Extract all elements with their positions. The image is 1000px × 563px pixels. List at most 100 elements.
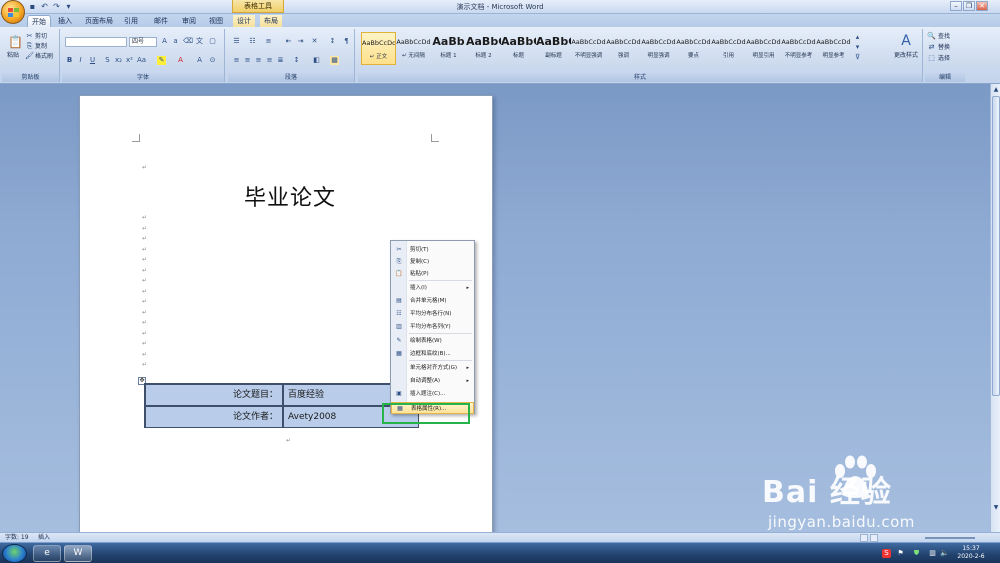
clear-format-icon[interactable]: ⌫	[183, 37, 193, 46]
copy-button[interactable]: 复制	[35, 42, 47, 51]
table-cell-label[interactable]: 论文作者：	[145, 406, 283, 428]
table-cell-label[interactable]: 论文题目：	[145, 384, 283, 406]
scroll-thumb[interactable]	[992, 96, 1000, 396]
menu-item[interactable]: ▤ 合并单元格(M)	[391, 295, 474, 307]
style-item[interactable]: AaBb 标题 1	[431, 32, 466, 65]
format-painter-button[interactable]: 格式刷	[35, 52, 53, 61]
find-button[interactable]: 查找	[938, 32, 950, 41]
scroll-down-icon[interactable]: ▼	[992, 504, 1000, 512]
distribute-icon[interactable]: ≣	[276, 56, 285, 65]
font-size-field[interactable]: 四号	[129, 37, 157, 47]
borders-icon[interactable]: ▦	[330, 56, 339, 65]
view-print-icon[interactable]	[860, 534, 868, 542]
align-right-icon[interactable]: ≡	[254, 56, 263, 65]
style-item[interactable]: AaBbC 副标题	[536, 32, 571, 65]
chinese-layout-icon[interactable]: ✕	[310, 37, 319, 46]
superscript-icon[interactable]: x²	[125, 56, 134, 65]
highlight-icon[interactable]: ✎	[157, 56, 166, 65]
line-spacing-icon[interactable]: ↕	[292, 56, 301, 65]
style-item[interactable]: AaBbCcDd 要点	[676, 32, 711, 65]
style-item[interactable]: AaBbCcDd 不明显参考	[781, 32, 816, 65]
change-case-icon[interactable]: Aa	[137, 56, 146, 65]
style-item[interactable]: AaBbCcDd ↵ 无间隔	[396, 32, 431, 65]
tab-mailings[interactable]: 邮件	[150, 15, 172, 27]
tab-page-layout[interactable]: 页面布局	[82, 15, 116, 27]
strikethrough-icon[interactable]: S	[103, 56, 112, 65]
style-item[interactable]: AaBbC 标题 2	[466, 32, 501, 65]
style-item[interactable]: AaBbCcDd 明显强调	[641, 32, 676, 65]
restore-button[interactable]: ❐	[963, 1, 975, 11]
char-border-icon[interactable]: ▢	[208, 37, 217, 46]
menu-item[interactable]: ☷ 平均分布各行(N)	[391, 308, 474, 320]
gallery-up-icon[interactable]: ▴	[853, 33, 862, 42]
menu-item[interactable]: ▥ 平均分布各列(Y)	[391, 321, 474, 333]
start-button[interactable]	[2, 544, 27, 563]
save-icon[interactable]: ▪	[28, 2, 37, 11]
replace-button[interactable]: 替换	[938, 43, 950, 52]
view-fullscreen-icon[interactable]	[870, 534, 878, 542]
menu-item[interactable]: ▦ 边框和底纹(B)...	[391, 348, 474, 360]
tab-view[interactable]: 视图	[205, 15, 227, 27]
underline-icon[interactable]: U	[88, 56, 97, 65]
tray-network-icon[interactable]: ▥	[928, 549, 937, 558]
shading-icon[interactable]: ◧	[312, 56, 321, 65]
tab-layout[interactable]: 布局	[260, 15, 282, 27]
zoom-slider[interactable]	[925, 537, 975, 539]
tray-volume-icon[interactable]: 🔈	[940, 549, 949, 558]
sort-icon[interactable]: ↕	[328, 37, 337, 46]
align-left-icon[interactable]: ≡	[232, 56, 241, 65]
redo-icon[interactable]: ↷	[52, 2, 61, 11]
show-marks-icon[interactable]: ¶	[342, 37, 351, 46]
menu-item[interactable]: 插入(I) ▸	[391, 282, 474, 294]
menu-item[interactable]: 📋 粘贴(P)	[391, 268, 474, 280]
taskbar-ie-icon[interactable]: e	[33, 545, 61, 562]
tab-references[interactable]: 引用	[120, 15, 142, 27]
tab-design[interactable]: 设计	[233, 15, 255, 27]
style-item[interactable]: AaBbCcDd ↵ 正文	[361, 32, 396, 65]
close-button[interactable]: ✕	[976, 1, 988, 11]
style-item[interactable]: AaBbCcDd 不明显强调	[571, 32, 606, 65]
tab-insert[interactable]: 插入	[54, 15, 76, 27]
multilevel-list-icon[interactable]: ≡	[264, 37, 273, 46]
taskbar-word-icon[interactable]: W	[64, 545, 92, 562]
paste-icon[interactable]: 📋	[8, 34, 23, 50]
scroll-up-icon[interactable]: ▲	[992, 86, 1000, 94]
menu-item[interactable]: ✎ 绘制表格(W)	[391, 335, 474, 347]
decrease-indent-icon[interactable]: ⇤	[284, 37, 293, 46]
menu-item[interactable]: ▣ 插入题注(C)...	[391, 388, 474, 400]
style-item[interactable]: AaBbC 标题	[501, 32, 536, 65]
paste-button[interactable]: 粘贴	[7, 51, 19, 60]
justify-icon[interactable]: ≡	[265, 56, 274, 65]
clock[interactable]: 15:37 2020-2-6	[950, 545, 992, 561]
char-shading-icon[interactable]: A	[195, 56, 204, 65]
grow-font-icon[interactable]: A	[160, 37, 169, 46]
menu-item[interactable]: 自动调整(A) ▸	[391, 375, 474, 387]
cut-button[interactable]: 剪切	[35, 32, 47, 41]
bullets-icon[interactable]: ☰	[232, 37, 241, 46]
change-styles-button[interactable]: 更改样式	[894, 51, 918, 60]
phonetic-icon[interactable]: 文	[195, 37, 204, 46]
shrink-font-icon[interactable]: a	[171, 37, 180, 46]
increase-indent-icon[interactable]: ⇥	[296, 37, 305, 46]
enclose-char-icon[interactable]: ⊙	[208, 56, 217, 65]
tray-shield-icon[interactable]: ⛊	[912, 549, 921, 558]
tab-review[interactable]: 审阅	[178, 15, 200, 27]
font-color-icon[interactable]: A	[176, 56, 185, 65]
subscript-icon[interactable]: x₂	[114, 56, 123, 65]
menu-item[interactable]: ⎘ 复制(C)	[391, 256, 474, 268]
tray-flag-icon[interactable]: ⚑	[896, 549, 905, 558]
gallery-more-icon[interactable]: ⊽	[853, 53, 862, 62]
tab-home[interactable]: 开始	[27, 15, 51, 27]
menu-item[interactable]: ✂ 剪切(T)	[391, 244, 474, 256]
document-title[interactable]: 毕业论文	[230, 180, 350, 212]
align-center-icon[interactable]: ≡	[243, 56, 252, 65]
undo-icon[interactable]: ↶	[40, 2, 49, 11]
minimize-button[interactable]: –	[950, 1, 962, 11]
numbering-icon[interactable]: ☷	[248, 37, 257, 46]
style-item[interactable]: AaBbCcDd 引用	[711, 32, 746, 65]
style-item[interactable]: AaBbCcDd 明显参考	[816, 32, 851, 65]
menu-item[interactable]: 单元格对齐方式(G) ▸	[391, 362, 474, 374]
gallery-down-icon[interactable]: ▾	[853, 43, 862, 52]
style-item[interactable]: AaBbCcDd 强调	[606, 32, 641, 65]
bold-icon[interactable]: B	[65, 56, 74, 65]
